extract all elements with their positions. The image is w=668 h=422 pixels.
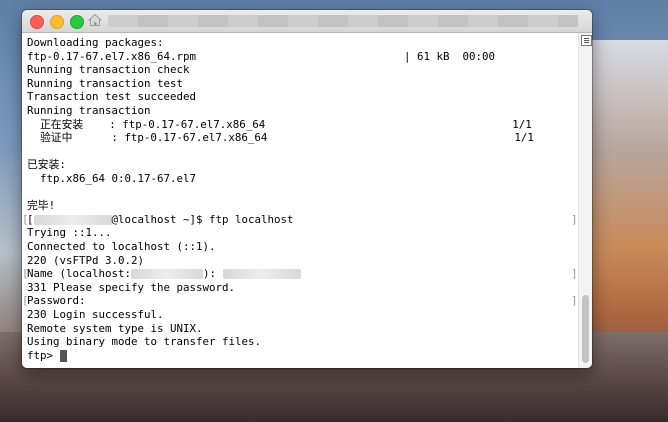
ftp-name-line: Name (localhost:): (27, 267, 301, 281)
terminal-output[interactable]: Downloading packages: ftp-0.17-67.el7.x8… (22, 33, 578, 368)
ftp-prompt: ftp> (27, 348, 60, 362)
terminal-line: Trying ::1... (27, 226, 112, 240)
terminal-line: Running transaction (27, 104, 151, 117)
text-cursor (59, 349, 67, 362)
window-title-redacted (108, 15, 578, 27)
terminal-line: Transaction test succeeded (27, 90, 197, 104)
entered-name-redacted (222, 269, 301, 280)
terminal-line: Using binary mode to transfer files. (27, 335, 262, 349)
split-pane-icon[interactable] (581, 35, 592, 46)
terminal-line: Password: (27, 294, 86, 308)
terminal-line: ftp-0.17-67.el7.x86_64.rpm | 61 kB 00:00 (27, 49, 496, 63)
terminal-line: 331 Please specify the password. (27, 280, 236, 294)
ftp-prompt-line[interactable]: ftp> (27, 349, 67, 363)
minimize-window-button[interactable] (50, 15, 64, 29)
line-mark-right: ] (571, 267, 578, 281)
scrollbar-thumb[interactable] (582, 295, 589, 363)
terminal-line: 已安装: (27, 158, 66, 172)
terminal-line: 230 Login successful. (27, 308, 164, 321)
terminal-line: 验证中 : ftp-0.17-67.el7.x86_64 1/1 (27, 131, 534, 145)
prompt-bracket: [ (27, 212, 34, 226)
terminal-line: 220 (vsFTPd 3.0.2) (27, 253, 145, 267)
vertical-scrollbar[interactable] (578, 33, 592, 368)
terminal-line: 正在安装 : ftp-0.17-67.el7.x86_64 1/1 (27, 117, 532, 131)
terminal-line: Downloading packages: (27, 36, 164, 49)
close-window-button[interactable] (30, 15, 44, 29)
terminal-line: 完毕! (27, 199, 56, 213)
terminal-line: Running transaction check (27, 63, 190, 77)
line-mark-right: ] (571, 212, 578, 226)
home-folder-icon (88, 13, 102, 26)
terminal-line: ftp.x86_64 0:0.17-67.el7 (27, 172, 197, 185)
prompt-command: @localhost ~]$ ftp localhost (111, 212, 294, 226)
name-prompt-end: ): (203, 267, 223, 281)
maximize-window-button[interactable] (70, 15, 84, 29)
shell-prompt-line: [ @localhost ~]$ ftp localhost (27, 213, 294, 227)
username-redacted (131, 269, 204, 280)
terminal-line: Remote system type is UNIX. (27, 321, 203, 335)
terminal-line: Connected to localhost (::1). (27, 240, 216, 253)
name-prompt: Name (localhost: (27, 267, 132, 281)
line-mark-right: ] (571, 294, 578, 308)
title-bar[interactable] (22, 10, 592, 33)
username-redacted (33, 214, 112, 225)
terminal-window: Downloading packages: ftp-0.17-67.el7.x8… (22, 10, 592, 368)
terminal-line: Running transaction test (27, 76, 184, 90)
